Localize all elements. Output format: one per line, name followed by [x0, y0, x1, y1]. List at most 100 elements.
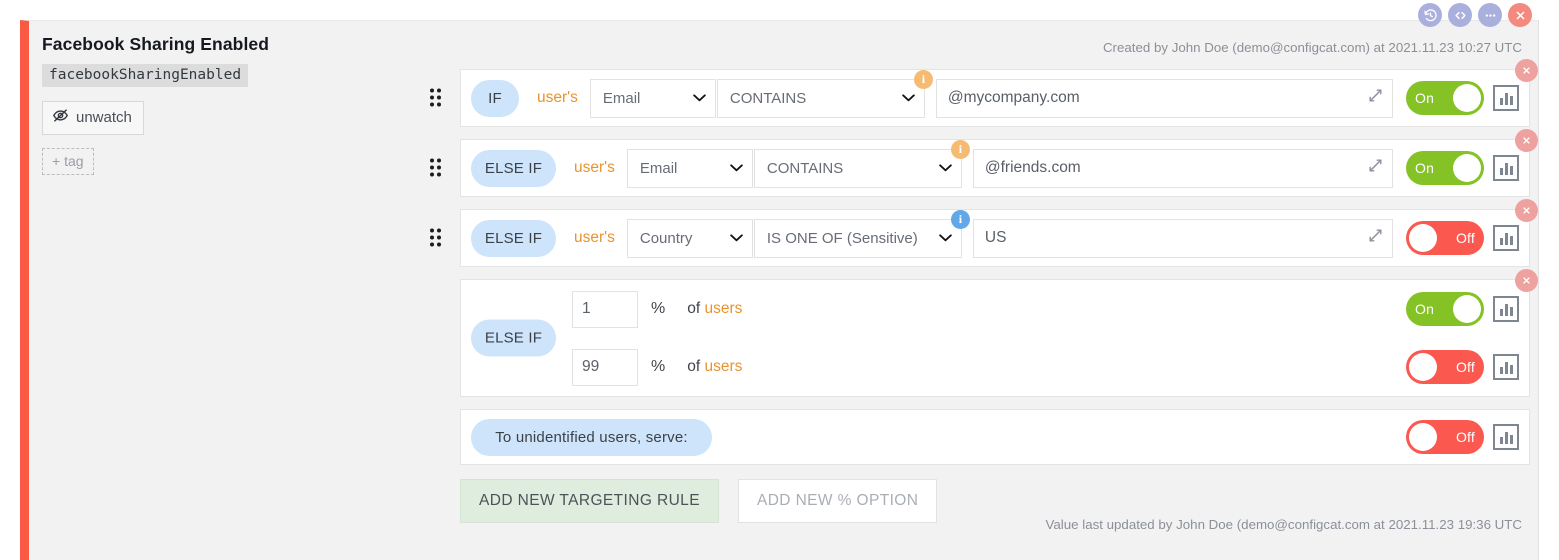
percentage-rule-card: ELSE IF % of users % o — [460, 279, 1530, 397]
attribute-select-value: Email — [603, 90, 641, 107]
page-title: Facebook Sharing Enabled — [42, 34, 412, 55]
expand-icon[interactable] — [1367, 87, 1384, 109]
comparator-select-value: IS ONE OF (Sensitive) — [767, 230, 918, 247]
toggle-knob — [1453, 154, 1481, 182]
comparator-select[interactable]: CONTAINS i — [717, 79, 925, 118]
delete-percentage-rule-button[interactable] — [1515, 269, 1538, 292]
add-targeting-rule-button[interactable]: ADD NEW TARGETING RULE — [460, 479, 719, 523]
serve-value-label: On — [1406, 301, 1443, 317]
attribute-select[interactable]: Email — [590, 79, 716, 118]
percentage-option-row: % of users — [471, 280, 1406, 338]
panel-toolbar — [1418, 3, 1532, 27]
toggle-knob — [1409, 353, 1437, 381]
feature-info-column: Facebook Sharing Enabled facebookSharing… — [42, 34, 412, 175]
add-tag-button[interactable]: + tag — [42, 148, 94, 175]
code-icon[interactable] — [1448, 3, 1472, 27]
rule-possessive: user's — [537, 89, 578, 107]
analytics-icon[interactable] — [1493, 354, 1519, 380]
delete-rule-button[interactable] — [1515, 199, 1538, 222]
drag-handle-icon[interactable] — [430, 89, 446, 108]
close-icon[interactable] — [1508, 3, 1532, 27]
attribute-select-value: Email — [640, 160, 678, 177]
serve-value-label: Off — [1447, 429, 1484, 445]
serve-value-toggle[interactable]: On — [1406, 292, 1484, 326]
chevron-down-icon — [902, 90, 915, 107]
targeting-rule-row: ELSE IF user's Email CONTAINS i — [430, 139, 1530, 197]
fallback-rule-card: To unidentified users, serve: Off — [460, 409, 1530, 465]
serve-value-toggle[interactable]: Off — [1406, 221, 1484, 255]
chevron-down-icon — [939, 230, 952, 247]
serve-value-toggle[interactable]: On — [1406, 81, 1484, 115]
of-users-label: of users — [687, 358, 742, 376]
serve-value-label: Off — [1447, 359, 1484, 375]
analytics-icon[interactable] — [1493, 296, 1519, 322]
delete-rule-button[interactable] — [1515, 59, 1538, 82]
serve-value-label: On — [1406, 160, 1443, 176]
percentage-input[interactable] — [572, 349, 638, 386]
percent-sign: % — [651, 300, 665, 318]
unwatch-label: unwatch — [76, 109, 132, 126]
comparator-select[interactable]: IS ONE OF (Sensitive) i — [754, 219, 962, 258]
rule-conjunction: ELSE IF — [471, 150, 556, 187]
more-icon[interactable] — [1478, 3, 1502, 27]
percentage-options: % of users % of users — [471, 280, 1406, 396]
drag-handle-icon[interactable] — [430, 229, 446, 248]
fallback-label: To unidentified users, serve: — [471, 419, 712, 456]
serve-value-label: On — [1406, 90, 1443, 106]
comparison-value-wrapper — [973, 219, 1393, 258]
chevron-down-icon — [730, 160, 743, 177]
comparator-info-icon[interactable]: i — [914, 70, 933, 89]
feature-flag-panel: Facebook Sharing Enabled facebookSharing… — [20, 20, 1539, 560]
rule-card: ELSE IF user's Email CONTAINS i — [460, 139, 1530, 197]
toggle-knob — [1409, 423, 1437, 451]
toggle-knob — [1453, 295, 1481, 323]
serve-value-label: Off — [1447, 230, 1484, 246]
expand-icon[interactable] — [1367, 227, 1384, 249]
created-by-text: Created by John Doe (demo@configcat.com)… — [1103, 40, 1522, 55]
percent-sign: % — [651, 358, 665, 376]
analytics-icon[interactable] — [1493, 424, 1519, 450]
comparison-value-input[interactable] — [936, 79, 1393, 118]
analytics-icon[interactable] — [1493, 155, 1519, 181]
unwatch-button[interactable]: unwatch — [42, 101, 144, 135]
comparator-info-icon[interactable]: i — [951, 140, 970, 159]
comparator-select[interactable]: CONTAINS i — [754, 149, 962, 188]
chevron-down-icon — [939, 160, 952, 177]
delete-rule-button[interactable] — [1515, 129, 1538, 152]
comparison-value-input[interactable] — [973, 149, 1393, 188]
history-icon[interactable] — [1418, 3, 1442, 27]
comparator-select-value: CONTAINS — [730, 90, 806, 107]
attribute-select-value: Country — [640, 230, 693, 247]
comparison-value-input[interactable] — [973, 219, 1393, 258]
drag-handle-icon[interactable] — [430, 159, 446, 178]
feature-flag-detail-screen: Facebook Sharing Enabled facebookSharing… — [0, 0, 1559, 560]
targeting-rules-list: IF user's Email CONTAINS i — [430, 69, 1530, 523]
add-percentage-option-button[interactable]: ADD NEW % OPTION — [738, 479, 937, 523]
targeting-rule-row: IF user's Email CONTAINS i — [430, 69, 1530, 127]
attribute-select[interactable]: Country — [627, 219, 753, 258]
attribute-select[interactable]: Email — [627, 149, 753, 188]
of-users-label: of users — [687, 300, 742, 318]
expand-icon[interactable] — [1367, 157, 1384, 179]
toggle-knob — [1453, 84, 1481, 112]
chevron-down-icon — [730, 230, 743, 247]
chevron-down-icon — [693, 90, 706, 107]
percentage-option-row: % of users — [471, 338, 1406, 396]
serve-value-toggle[interactable]: Off — [1406, 350, 1484, 384]
rule-conjunction: IF — [471, 80, 519, 117]
fallback-rule-row: To unidentified users, serve: Off — [430, 409, 1530, 465]
serve-value-toggle[interactable]: Off — [1406, 420, 1484, 454]
percentage-rule-row: ELSE IF % of users % o — [430, 279, 1530, 397]
percentage-rule-conjunction: ELSE IF — [471, 320, 556, 357]
last-updated-text: Value last updated by John Doe (demo@con… — [1046, 517, 1522, 532]
rule-possessive: user's — [574, 229, 615, 247]
percentage-input[interactable] — [572, 291, 638, 328]
comparator-info-icon[interactable]: i — [951, 210, 970, 229]
targeting-rule-row: ELSE IF user's Country IS ONE OF (Sensit… — [430, 209, 1530, 267]
comparison-value-wrapper — [973, 149, 1393, 188]
analytics-icon[interactable] — [1493, 85, 1519, 111]
comparator-select-value: CONTAINS — [767, 160, 843, 177]
eye-slash-icon — [52, 107, 69, 128]
serve-value-toggle[interactable]: On — [1406, 151, 1484, 185]
analytics-icon[interactable] — [1493, 225, 1519, 251]
